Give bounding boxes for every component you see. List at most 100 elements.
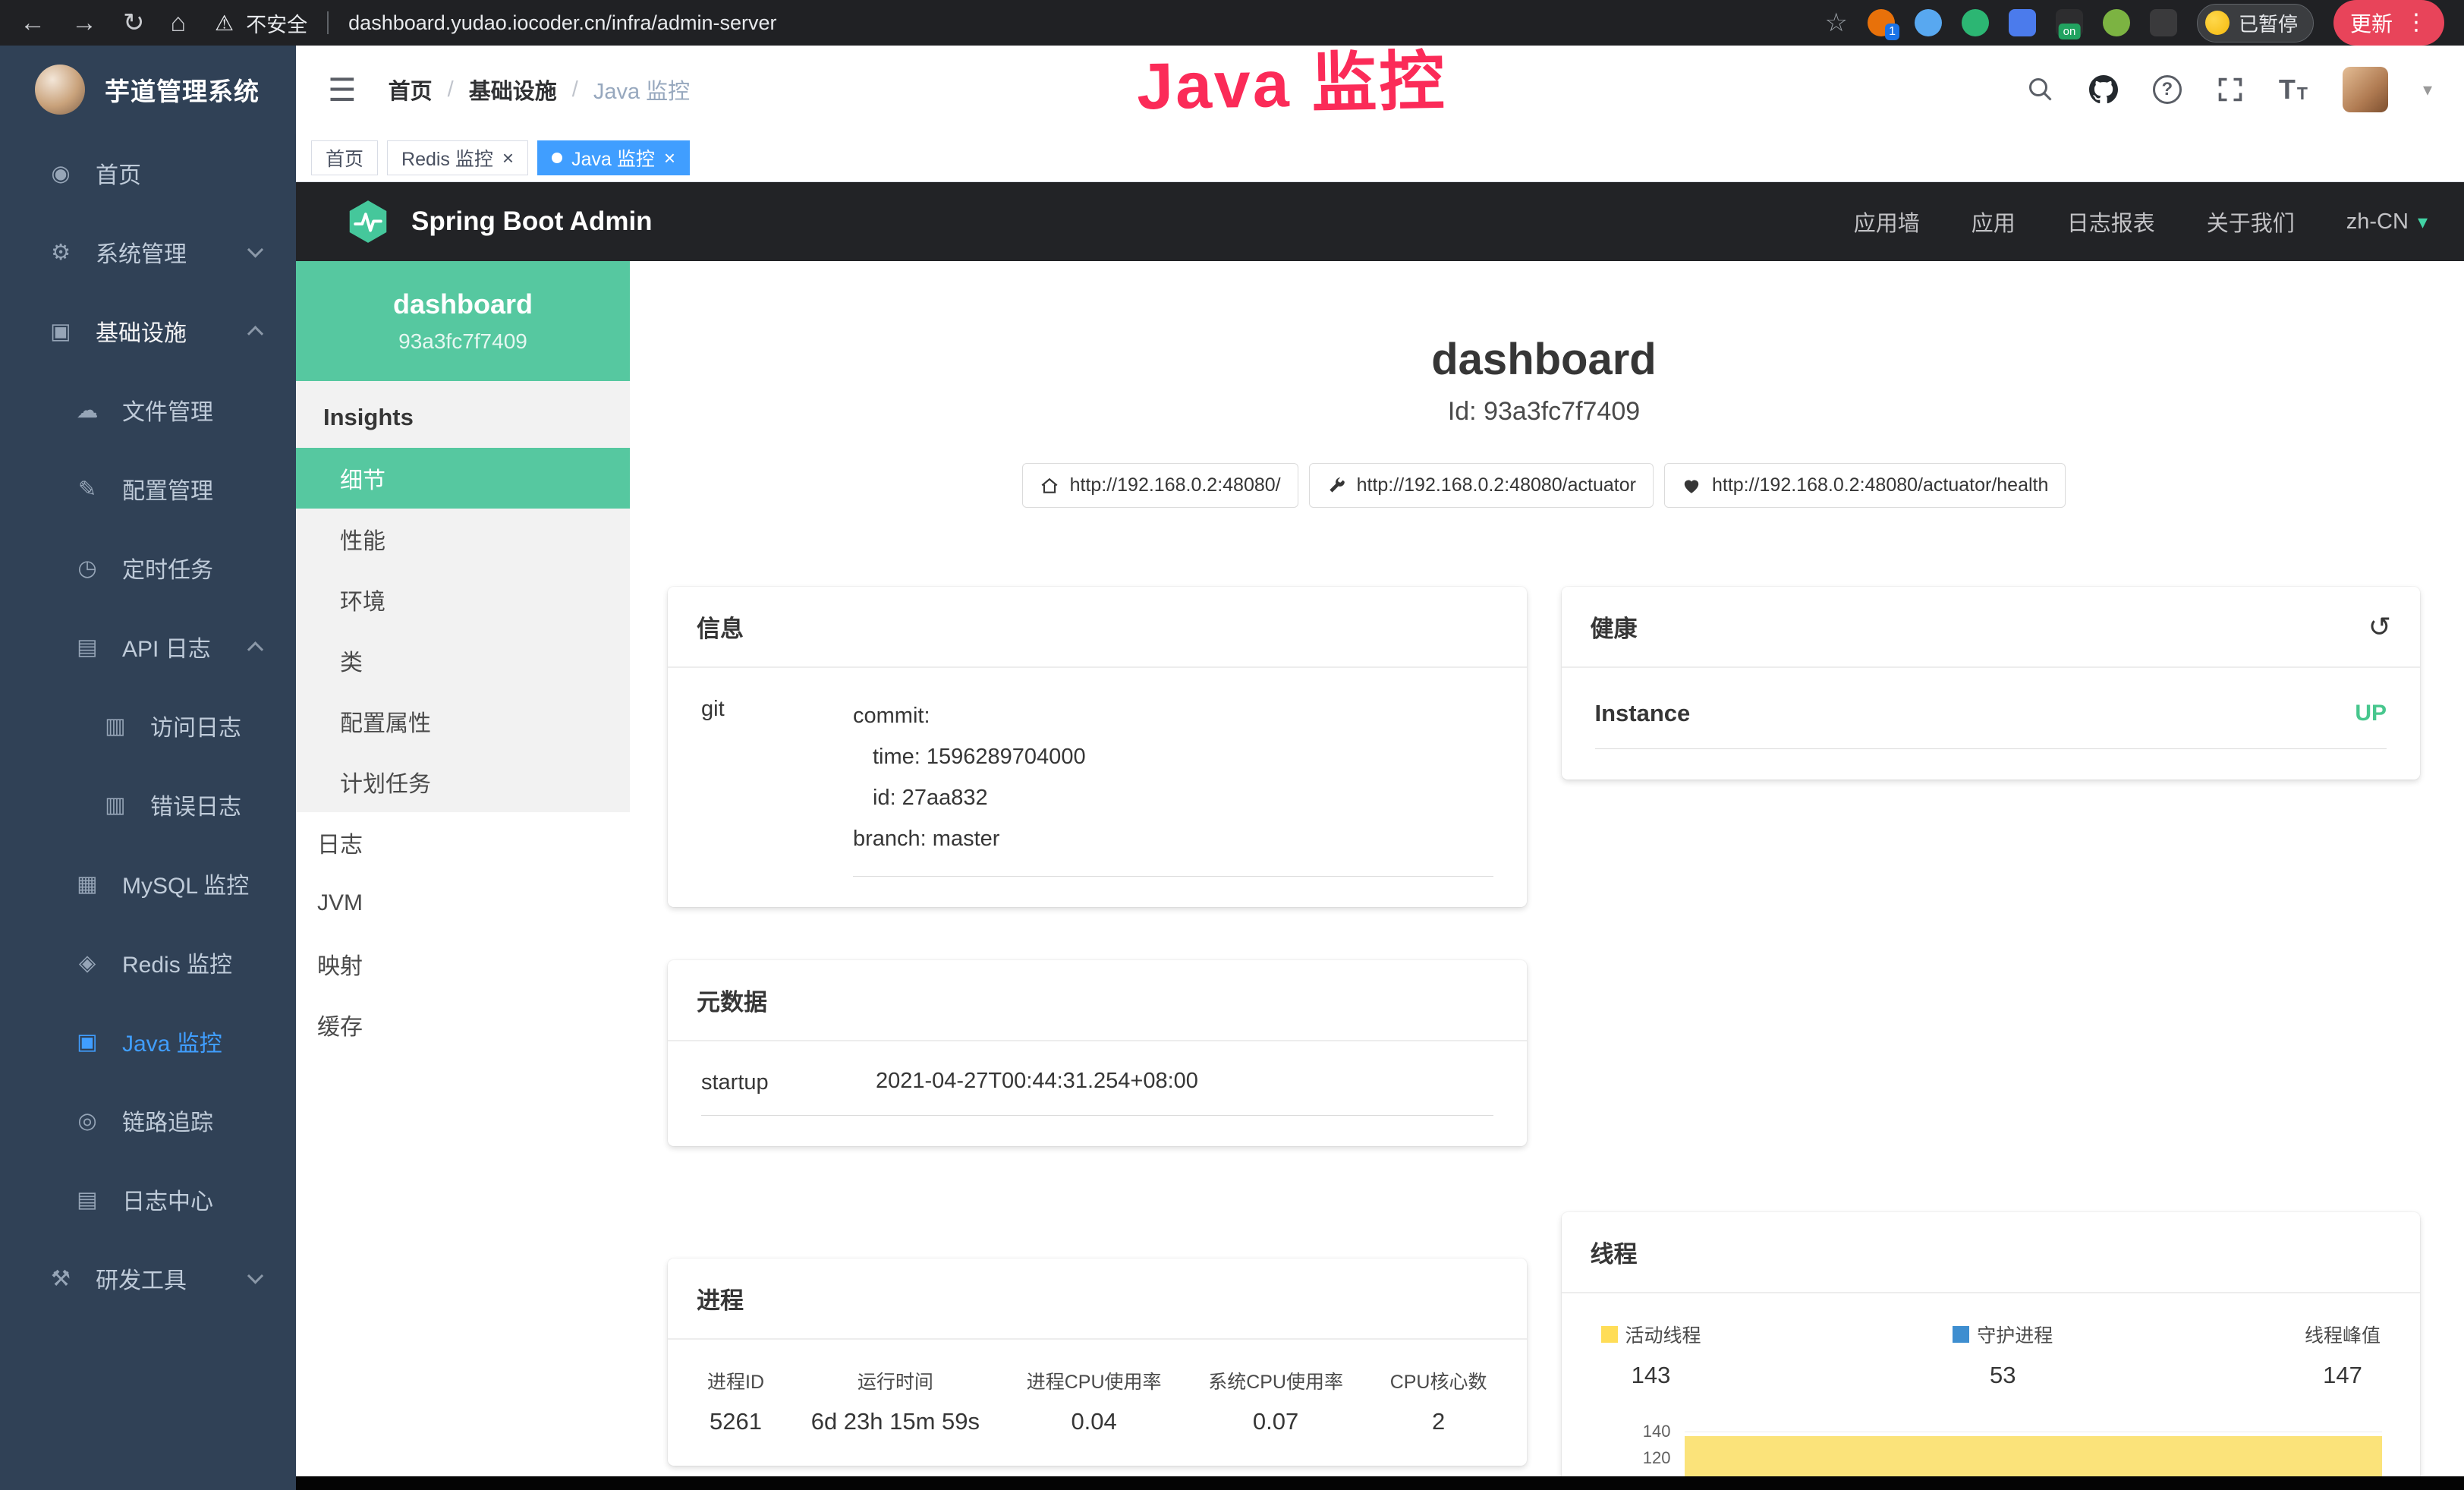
sidebar-item-home[interactable]: ◉ 首页	[0, 134, 296, 213]
sidebar-item-dev-tools[interactable]: ⚒ 研发工具	[0, 1239, 296, 1318]
sidebar-item-scheduled-jobs[interactable]: ◷ 定时任务	[0, 528, 296, 607]
health-instance-row[interactable]: Instance UP	[1595, 695, 2387, 749]
sba-nav-wallboard[interactable]: 应用墙	[1854, 206, 1920, 238]
hamburger-icon[interactable]: ☰	[328, 71, 357, 109]
sidebar-item-infrastructure[interactable]: ▣ 基础设施	[0, 291, 296, 370]
metadata-value: 2021-04-27T00:44:31.254+08:00	[876, 1069, 1198, 1095]
instance-health-link[interactable]: http://192.168.0.2:48080/actuator/health	[1664, 463, 2066, 508]
sidebar-item-mysql-monitor[interactable]: ▦ MySQL 监控	[0, 844, 296, 923]
extension-icon[interactable]: 1	[1868, 9, 1895, 36]
chevron-up-icon	[247, 641, 263, 657]
sba-nav-about[interactable]: 关于我们	[2207, 206, 2295, 238]
log-icon: ▥	[100, 792, 131, 818]
extension-icon[interactable]: on	[2056, 9, 2083, 36]
sba-side-item-details[interactable]: 细节	[296, 448, 630, 509]
back-icon[interactable]: ←	[20, 10, 46, 36]
breadcrumb-home[interactable]: 首页	[389, 74, 433, 106]
profile-paused-pill[interactable]: 已暂停	[2197, 4, 2314, 43]
fullscreen-icon[interactable]	[2217, 76, 2244, 103]
active-dot	[552, 153, 562, 163]
metadata-card-title: 元数据	[697, 983, 767, 1017]
sba-app-block[interactable]: dashboard 93a3fc7f7409	[296, 261, 630, 381]
help-icon[interactable]: ?	[2153, 75, 2182, 104]
instance-home-link[interactable]: http://192.168.0.2:48080/	[1022, 463, 1298, 508]
url-text[interactable]: dashboard.yudao.iocoder.cn/infra/admin-s…	[348, 11, 776, 35]
metric-cpu-cores: CPU核心数 2	[1390, 1367, 1487, 1435]
sidebar-item-api-logs[interactable]: ▤ API 日志	[0, 607, 296, 686]
instance-actuator-link[interactable]: http://192.168.0.2:48080/actuator	[1309, 463, 1654, 508]
tab-java-monitor[interactable]: Java 监控 ×	[537, 140, 690, 175]
instance-home-url: http://192.168.0.2:48080/	[1070, 474, 1281, 496]
threads-card: 线程 活动线程 1	[1562, 1212, 2421, 1490]
sba-side-item-environment[interactable]: 环境	[296, 569, 630, 630]
sidebar-item-access-logs[interactable]: ▥ 访问日志	[0, 686, 296, 765]
sba-side-item-config-props[interactable]: 配置属性	[296, 691, 630, 751]
close-icon[interactable]: ×	[502, 148, 514, 168]
sidebar-item-redis-monitor[interactable]: ◈ Redis 监控	[0, 923, 296, 1002]
search-icon[interactable]	[2027, 76, 2054, 103]
extension-icon[interactable]	[2103, 9, 2130, 36]
log-icon: ▤	[72, 1186, 102, 1213]
bookmark-star-icon[interactable]: ☆	[1824, 8, 1847, 38]
sba-frame: Spring Boot Admin 应用墙 应用 日志报表 关于我们 zh-CN…	[296, 182, 2464, 1490]
refresh-icon[interactable]: ↻	[123, 10, 145, 36]
info-card-title: 信息	[697, 610, 744, 644]
metric-label: 系统CPU使用率	[1208, 1367, 1343, 1394]
info-line: branch: master	[853, 818, 1493, 859]
browser-update-button[interactable]: 更新 ⋮	[2333, 0, 2444, 46]
avatar[interactable]	[2343, 67, 2388, 112]
sba-side-item-caches[interactable]: 缓存	[296, 994, 630, 1055]
sidebar-item-java-monitor[interactable]: ▣ Java 监控	[0, 1002, 296, 1081]
sba-side-item-metrics[interactable]: 性能	[296, 509, 630, 569]
sba-group-header: Insights	[296, 381, 630, 448]
sba-side-item-classes[interactable]: 类	[296, 630, 630, 691]
browser-menu-icon[interactable]: ⋮	[2405, 11, 2428, 34]
sidebar-item-config-mgmt[interactable]: ✎ 配置管理	[0, 449, 296, 528]
extension-icon[interactable]	[2150, 9, 2177, 36]
sba-side-item-scheduled-tasks[interactable]: 计划任务	[296, 751, 630, 812]
close-icon[interactable]: ×	[664, 148, 675, 168]
app-window: 芋道管理系统 ◉ 首页 ⚙ 系统管理 ▣ 基础设施 ☁ 文件管理 ✎	[0, 46, 2464, 1490]
dashboard-icon: ◉	[46, 160, 76, 187]
sidebar-item-log-center[interactable]: ▤ 日志中心	[0, 1160, 296, 1239]
sba-locale-select[interactable]: zh-CN ▾	[2346, 209, 2428, 235]
browser-home-icon[interactable]: ⌂	[171, 10, 187, 36]
metadata-card-body: startup 2021-04-27T00:44:31.254+08:00	[668, 1041, 1527, 1146]
github-icon[interactable]	[2089, 75, 2118, 104]
extension-icon[interactable]	[1915, 9, 1942, 36]
chevron-down-icon[interactable]: ▾	[2423, 79, 2432, 101]
sidebar-item-system-mgmt[interactable]: ⚙ 系统管理	[0, 213, 296, 291]
sidebar-item-label: Redis 监控	[122, 946, 232, 979]
metric-value: 53	[1953, 1362, 2053, 1389]
address-bar[interactable]: ⚠ 不安全 dashboard.yudao.iocoder.cn/infra/a…	[215, 8, 776, 38]
sidebar-item-label: 链路追踪	[122, 1104, 213, 1137]
font-size-icon[interactable]: TT	[2279, 76, 2308, 103]
sba-side-item-loggers[interactable]: 日志	[296, 812, 630, 873]
daemon-threads-legend-icon	[1953, 1326, 1969, 1343]
sba-header: Spring Boot Admin 应用墙 应用 日志报表 关于我们 zh-CN…	[296, 182, 2464, 261]
tab-home[interactable]: 首页	[311, 140, 378, 175]
sidebar-item-trace[interactable]: ◎ 链路追踪	[0, 1081, 296, 1160]
brand[interactable]: 芋道管理系统	[0, 46, 296, 134]
metric-label: 进程CPU使用率	[1027, 1367, 1162, 1394]
sidebar-item-file-mgmt[interactable]: ☁ 文件管理	[0, 370, 296, 449]
health-card: 健康 ↺ Instance UP	[1562, 587, 2421, 780]
extension-icon[interactable]	[1962, 9, 1989, 36]
sba-nav-journal[interactable]: 日志报表	[2067, 206, 2155, 238]
sidebar-item-label: 首页	[96, 156, 141, 190]
sidebar-item-label: 系统管理	[96, 235, 187, 269]
sba-app-name: dashboard	[393, 288, 533, 320]
page-title: dashboard	[668, 334, 2420, 385]
breadcrumb-infrastructure[interactable]: 基础设施	[469, 74, 557, 106]
metric-value: 147	[2305, 1362, 2381, 1389]
sba-side-item-jvm[interactable]: JVM	[296, 873, 630, 934]
sba-nav-applications[interactable]: 应用	[1972, 206, 2016, 238]
tab-redis-monitor[interactable]: Redis 监控 ×	[387, 140, 528, 175]
history-icon[interactable]: ↺	[2368, 611, 2391, 643]
log-icon: ▥	[100, 713, 131, 739]
font-size-big-t: T	[2279, 76, 2296, 103]
extension-icon[interactable]	[2009, 9, 2036, 36]
sba-side-item-mappings[interactable]: 映射	[296, 934, 630, 994]
forward-icon[interactable]: →	[71, 10, 97, 36]
sidebar-item-error-logs[interactable]: ▥ 错误日志	[0, 765, 296, 844]
